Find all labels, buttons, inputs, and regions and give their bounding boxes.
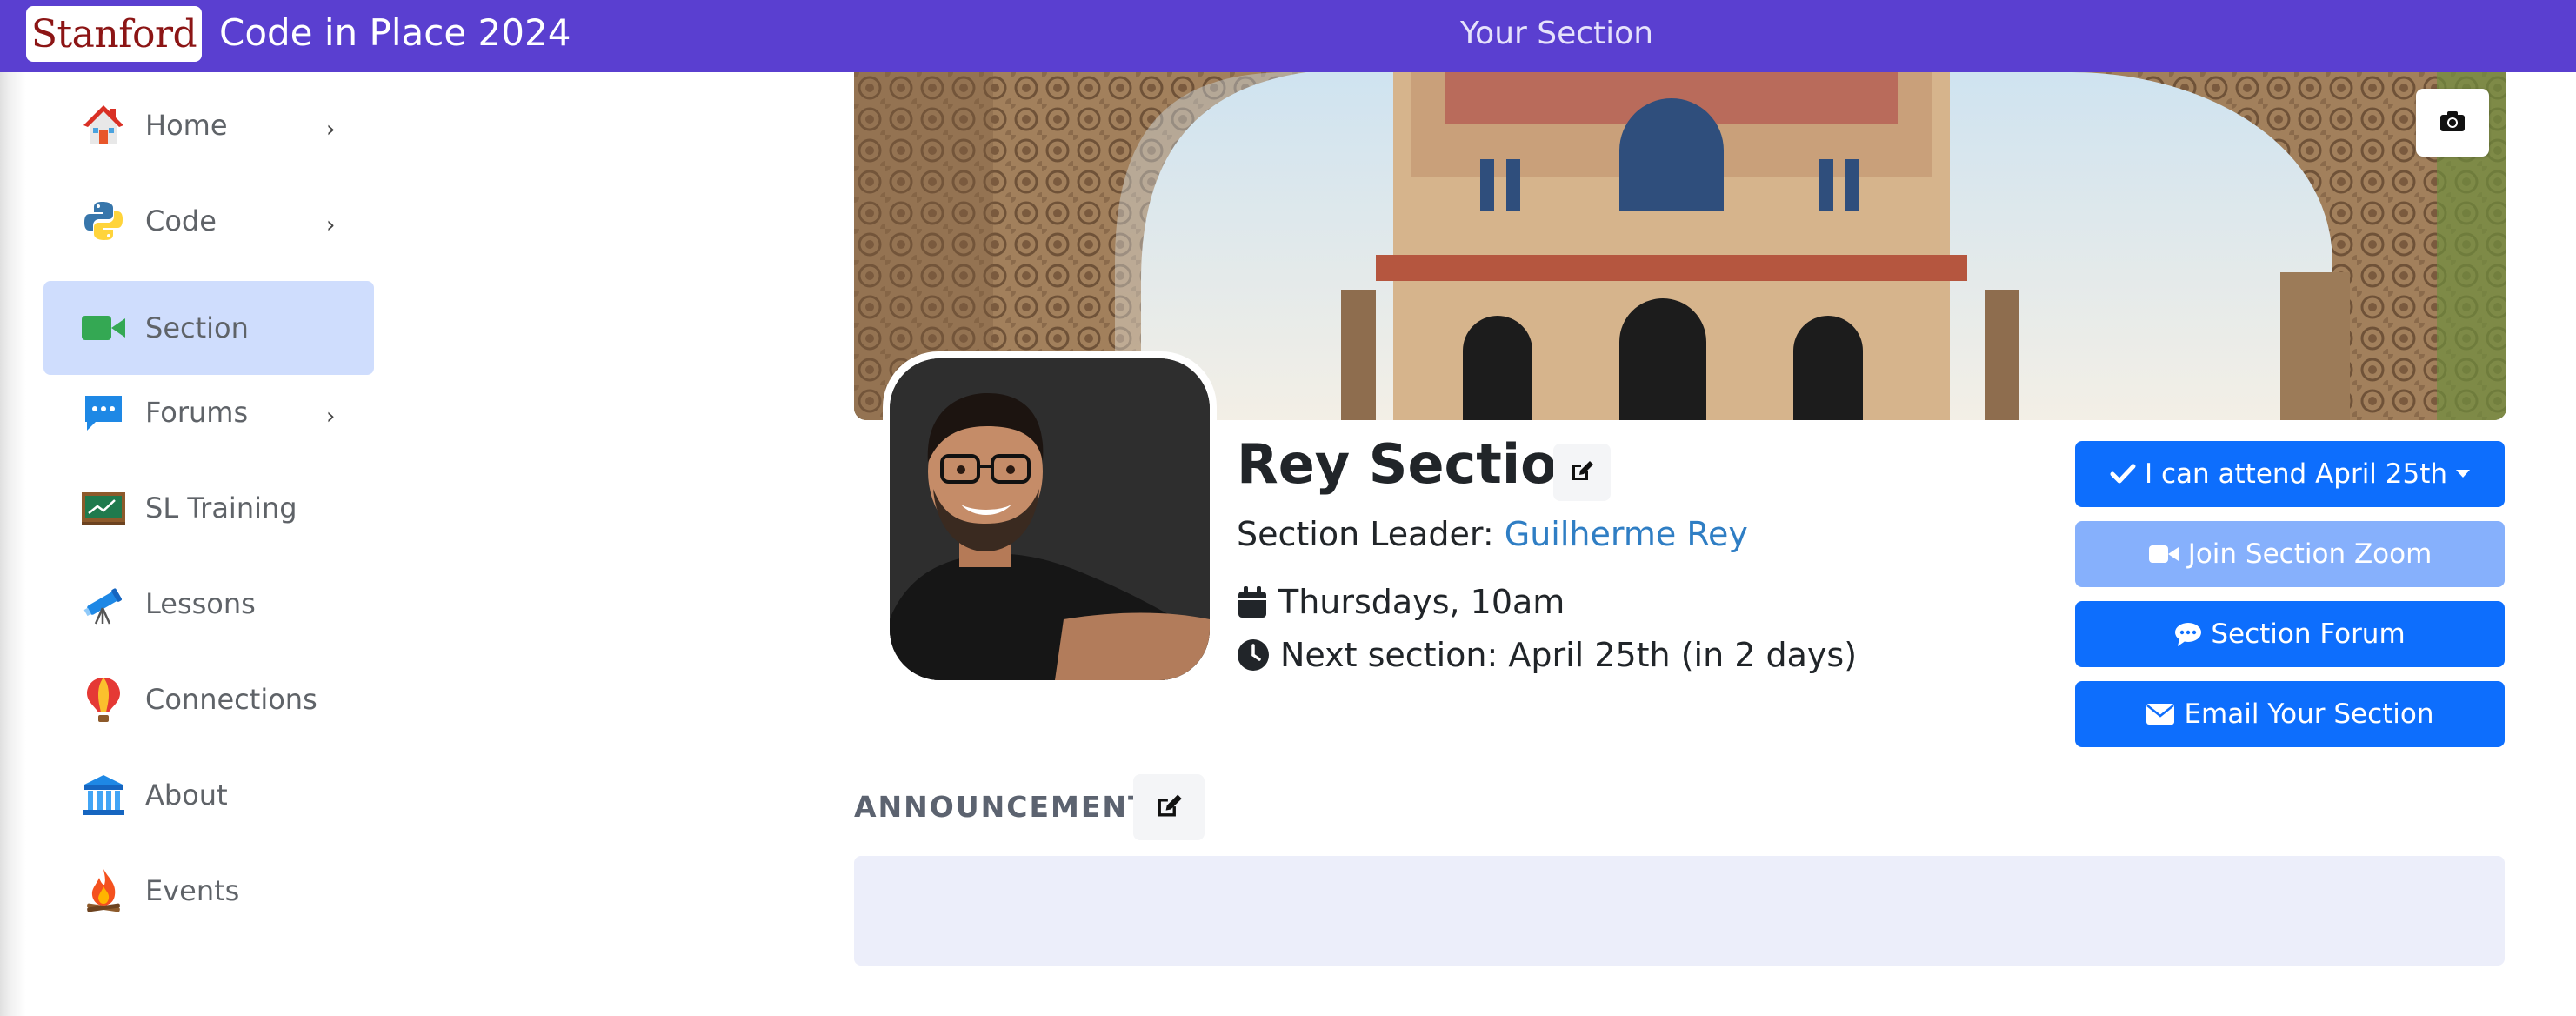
python-icon [80,197,127,244]
chalkboard-icon [80,485,127,531]
sidebar-item-connections[interactable]: Connections [43,652,374,746]
section-forum-label: Section Forum [2211,618,2406,650]
chevron-right-icon: › [326,117,336,143]
sidebar-item-label: Forums [145,396,249,429]
calendar-icon [1238,586,1266,618]
sidebar-item-label: Lessons [145,587,256,620]
section-leader-link[interactable]: Guilherme Rey [1505,515,1748,553]
sidebar-item-sl-training[interactable]: SL Training [43,461,374,555]
house-icon [80,102,127,149]
sidebar-item-label: SL Training [145,491,297,525]
sidebar-item-section[interactable]: Section [43,281,374,375]
sidebar-item-forums[interactable]: Forums › [43,365,374,459]
telescope-icon [80,580,127,627]
comment-icon [2175,623,2202,646]
envelope-icon [2146,704,2175,725]
video-icon [2148,545,2179,563]
next-section-text: Next section: April 25th (in 2 days) [1280,636,1858,674]
hot-air-balloon-icon [80,676,127,723]
checkmark-icon [2110,464,2136,484]
sidebar-item-lessons[interactable]: Lessons [43,557,374,651]
campfire-icon [80,867,127,914]
sidebar-item-about[interactable]: About [43,748,374,842]
left-edge-shadow [0,72,26,1016]
section-title: Rey Section [1237,432,1596,496]
top-navbar: Stanford Code in Place 2024 Your Section [0,0,2576,72]
course-title[interactable]: Code in Place 2024 [219,10,571,56]
chevron-right-icon: › [326,404,336,430]
sidebar-item-label: Code [145,204,217,237]
announcements-heading: ANNOUNCEMENTS [854,790,1172,824]
chevron-right-icon: › [326,212,336,238]
edit-title-button[interactable] [1553,444,1611,501]
sidebar-item-label: Events [145,874,240,907]
sidebar-item-home[interactable]: Home › [43,78,374,172]
sidebar-item-label: Section [145,311,249,344]
chat-bubble-icon [80,389,127,436]
caret-down-icon [2456,470,2471,478]
camera-icon [2439,110,2466,136]
next-section-line: Next section: April 25th (in 2 days) [1237,632,1857,678]
section-forum-button[interactable]: Section Forum [2075,601,2505,667]
schedule-line: Thursdays, 10am [1237,579,1565,625]
sidebar-item-label: Connections [145,683,317,716]
section-leader-prefix: Section Leader: [1237,515,1505,553]
clock-icon [1238,639,1269,671]
edit-announcements-button[interactable] [1133,774,1205,840]
join-zoom-label: Join Section Zoom [2187,538,2433,570]
email-section-label: Email Your Section [2184,698,2434,730]
section-leader-avatar [890,358,1210,680]
attend-dropdown-button[interactable]: I can attend April 25th [2075,441,2505,507]
announcements-box [854,856,2505,966]
stanford-logo[interactable]: Stanford [26,6,202,62]
email-section-button[interactable]: Email Your Section [2075,681,2505,747]
section-leader-line: Section Leader: Guilherme Rey [1237,511,1748,557]
sidebar-item-code[interactable]: Code › [43,174,374,268]
sidebar-item-label: Home [145,109,228,142]
schedule-text: Thursdays, 10am [1278,583,1565,621]
page-title: Your Section [1459,16,1654,51]
sidebar-item-events[interactable]: Events [43,844,374,938]
edit-icon [1569,458,1595,487]
edit-icon [1154,791,1184,824]
video-camera-icon [80,304,127,351]
attend-button-label: I can attend April 25th [2144,458,2448,490]
stanford-logo-text: Stanford [30,11,197,57]
classical-building-icon [80,772,127,819]
change-banner-button[interactable] [2416,89,2489,157]
join-zoom-button[interactable]: Join Section Zoom [2075,521,2505,587]
sidebar-item-label: About [145,779,228,812]
